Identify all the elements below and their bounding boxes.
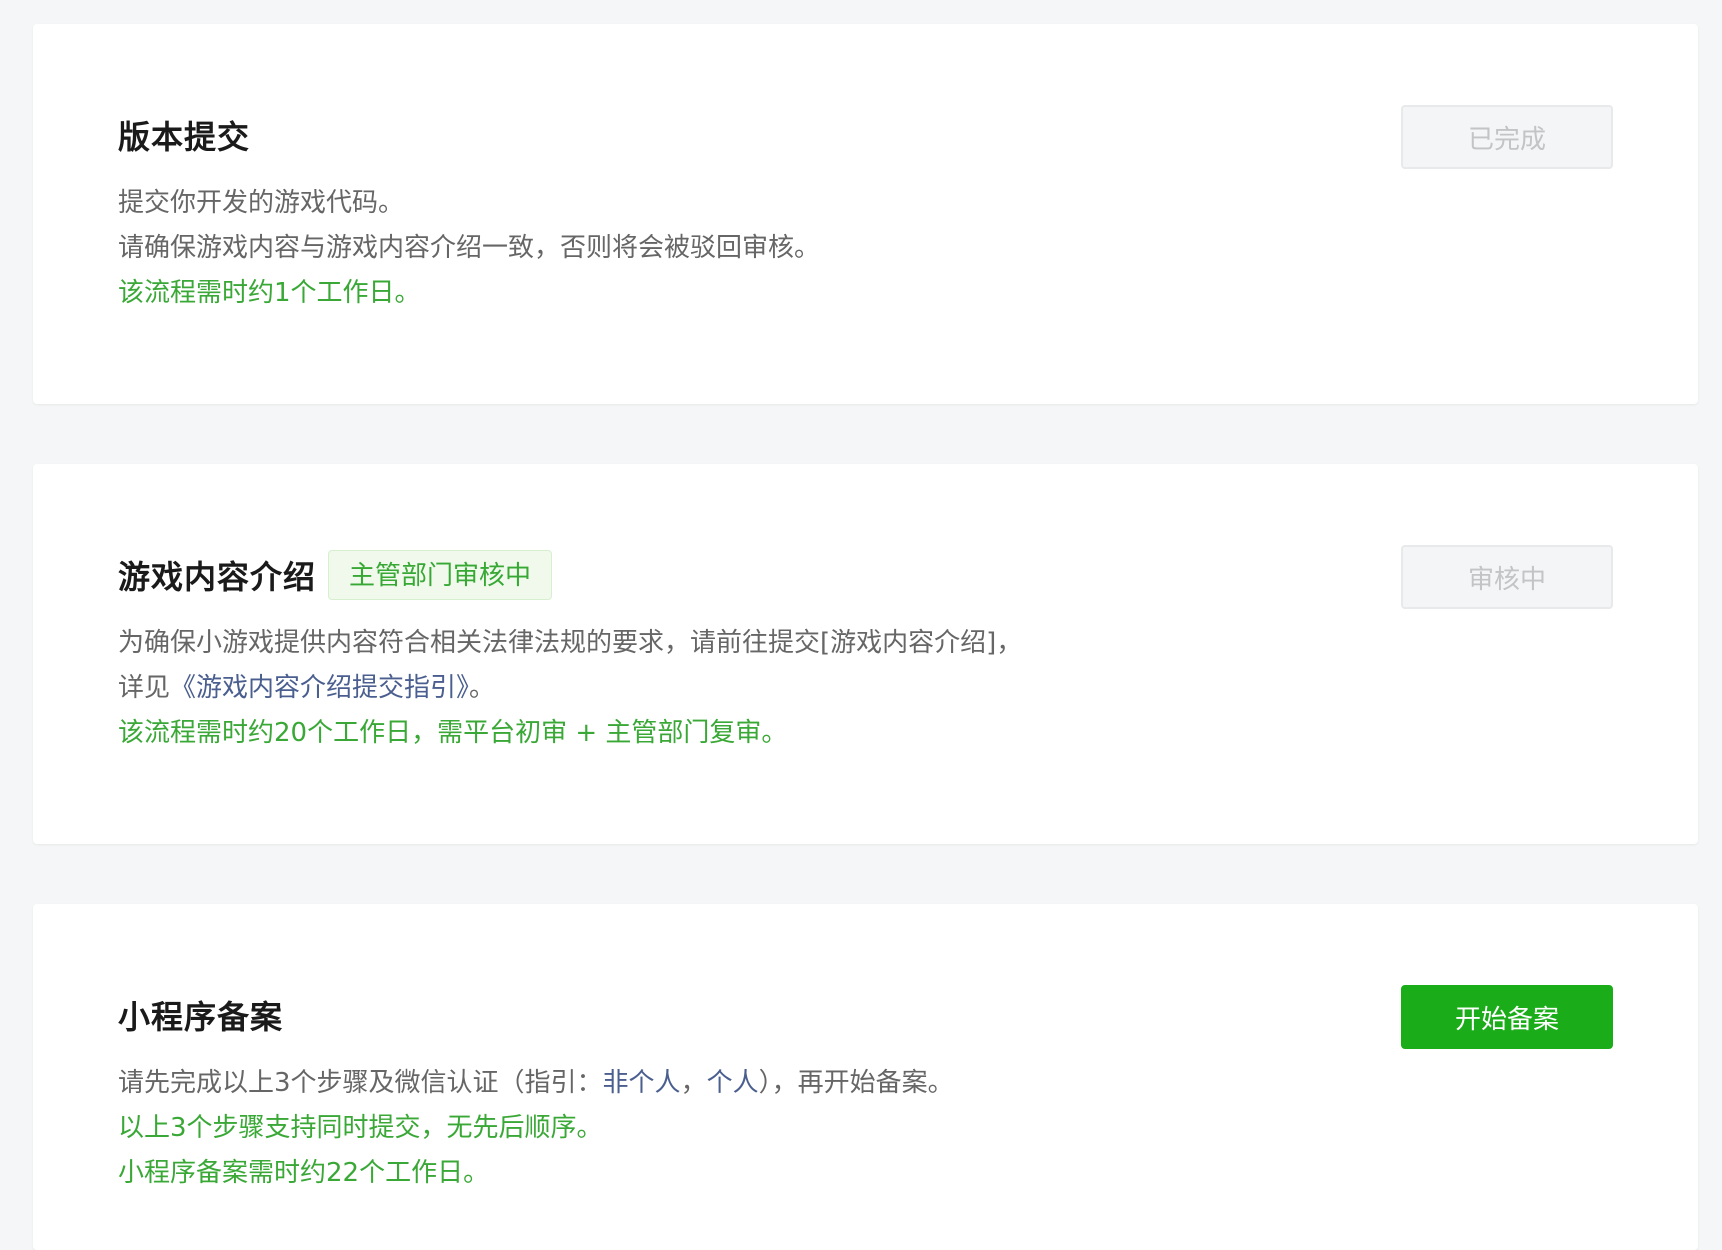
guide-link[interactable]: 《游戏内容介绍提交指引》	[170, 673, 469, 703]
individual-guide-link[interactable]: 个人	[707, 1068, 759, 1098]
description-suffix: ），再开始备案。	[758, 1068, 954, 1098]
description-line: 请确保游戏内容与游戏内容介绍一致，否则将会被驳回审核。	[118, 233, 821, 263]
card-title: 游戏内容介绍	[118, 558, 317, 596]
miniprogram-filing-card: 小程序备案 开始备案 请先完成以上3个步骤及微信认证（指引：非个人，个人），再开…	[33, 904, 1698, 1250]
card-description: 为确保小游戏提供内容符合相关法律法规的要求，请前往提交[游戏内容介绍]， 详见《…	[118, 621, 1613, 756]
game-content-intro-card: 游戏内容介绍 主管部门审核中 审核中 为确保小游戏提供内容符合相关法律法规的要求…	[33, 464, 1698, 844]
duration-note: 小程序备案需时约22个工作日。	[118, 1158, 490, 1188]
separator: ，	[680, 1068, 707, 1098]
card-description: 请先完成以上3个步骤及微信认证（指引：非个人，个人），再开始备案。 以上3个步骤…	[118, 1061, 1613, 1196]
card-title: 小程序备案	[118, 998, 284, 1036]
card-header: 游戏内容介绍 主管部门审核中 审核中	[118, 545, 1613, 609]
version-submit-card: 版本提交 已完成 提交你开发的游戏代码。 请确保游戏内容与游戏内容介绍一致，否则…	[33, 24, 1698, 404]
card-header: 小程序备案 开始备案	[118, 985, 1613, 1049]
description-line: 提交你开发的游戏代码。	[118, 188, 405, 218]
under-review-button[interactable]: 审核中	[1401, 545, 1613, 609]
concurrency-note: 以上3个步骤支持同时提交，无先后顺序。	[118, 1113, 603, 1143]
non-individual-guide-link[interactable]: 非个人	[603, 1068, 681, 1098]
description-prefix: 详见	[118, 673, 171, 703]
page: 版本提交 已完成 提交你开发的游戏代码。 请确保游戏内容与游戏内容介绍一致，否则…	[0, 0, 1722, 1250]
description-line: 为确保小游戏提供内容符合相关法律法规的要求，请前往提交[游戏内容介绍]，	[118, 628, 1023, 658]
card-header: 版本提交 已完成	[118, 105, 1613, 169]
start-filing-button[interactable]: 开始备案	[1401, 985, 1613, 1049]
duration-note: 该流程需时约1个工作日。	[118, 278, 421, 308]
status-badge: 主管部门审核中	[328, 550, 553, 600]
description-line: 详见《游戏内容介绍提交指引》。	[118, 666, 1613, 711]
card-title: 版本提交	[118, 118, 251, 156]
description-prefix: 请先完成以上3个步骤及微信认证（指引：	[118, 1068, 603, 1098]
description-line: 请先完成以上3个步骤及微信认证（指引：非个人，个人），再开始备案。	[118, 1061, 1613, 1106]
description-suffix: 。	[469, 673, 496, 703]
duration-note: 该流程需时约20个工作日，需平台初审 + 主管部门复审。	[118, 718, 788, 748]
card-description: 提交你开发的游戏代码。 请确保游戏内容与游戏内容介绍一致，否则将会被驳回审核。 …	[118, 181, 1613, 316]
completed-button[interactable]: 已完成	[1401, 105, 1613, 169]
